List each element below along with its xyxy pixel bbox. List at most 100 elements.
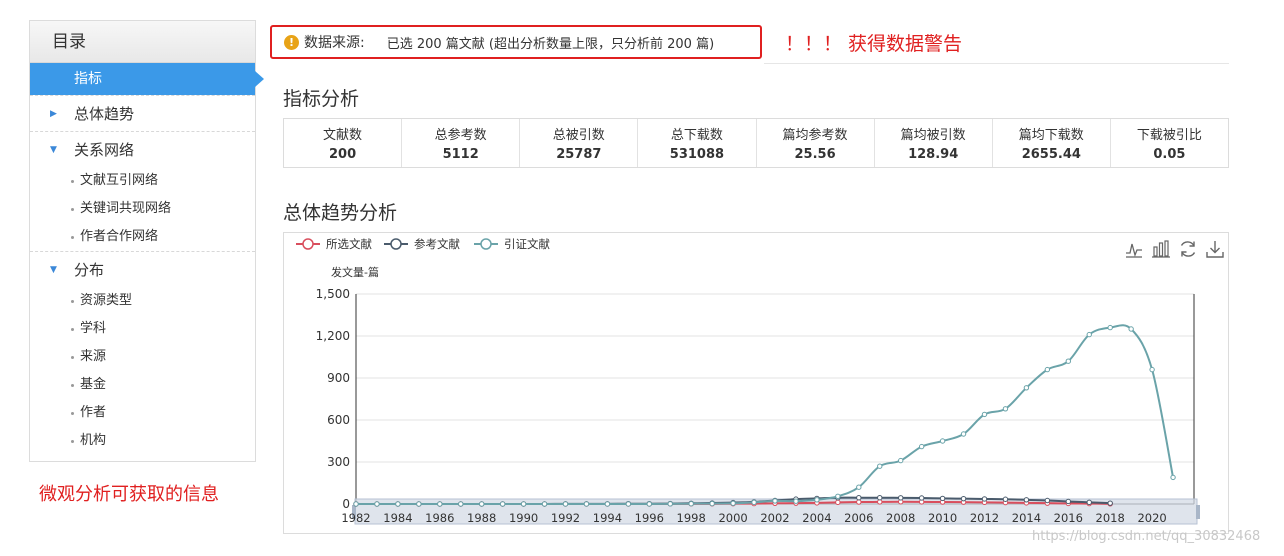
sidebar-item-indicators[interactable]: 指标: [30, 63, 264, 95]
sidebar-item-subject[interactable]: 学科: [30, 315, 255, 343]
data-point: [1170, 474, 1176, 481]
metrics-title: 指标分析: [283, 88, 360, 110]
warning-annotation: ！！！ 获得数据警告: [785, 33, 963, 55]
metric-value: 200: [328, 147, 357, 162]
data-point: [541, 501, 548, 507]
data-point: [918, 443, 925, 450]
y-tick-label: 1,500: [316, 287, 350, 301]
sidebar-group-label: 关系网络: [74, 141, 135, 159]
divider: [764, 63, 1229, 64]
metric-value: 128.94: [908, 147, 959, 162]
x-tick-label: 2010: [928, 511, 957, 525]
warning-icon: !: [284, 34, 299, 50]
series-line: [355, 324, 1175, 506]
data-point: [583, 501, 590, 507]
caret-down-icon: ▼: [50, 265, 57, 275]
x-tick-label: 1996: [635, 511, 664, 525]
sidebar-item-institution[interactable]: 机构: [30, 427, 255, 455]
metric-value: 2655.44: [1021, 147, 1081, 162]
sidebar-item-label: 资源类型: [80, 293, 133, 308]
sidebar-item-label: 基金: [80, 377, 107, 392]
sidebar-item-resource-type[interactable]: 资源类型: [30, 287, 255, 315]
data-point: [772, 498, 778, 504]
data-point: [1128, 326, 1134, 332]
data-point: [1023, 497, 1030, 503]
data-point: [981, 411, 988, 418]
data-point: [981, 496, 988, 502]
sidebar-item-label: 机构: [80, 433, 107, 448]
data-point: [730, 500, 736, 506]
sidebar-group-distribution[interactable]: ▼ 分布: [30, 251, 255, 287]
metric-cell: 下载被引比 0.05: [1111, 119, 1228, 167]
y-axis-label: 发文量-篇: [331, 265, 379, 279]
metric-label: 总参考数: [434, 128, 487, 143]
datazoom-handle-right: [1196, 505, 1200, 519]
legend-marker: [390, 238, 402, 250]
data-point: [688, 501, 694, 507]
legend-label: 参考文献: [414, 237, 460, 251]
sidebar: 目录 指标 ▶ 总体趋势 ▼ 关系网络 文献互引网络 关键词共现网络 作者合作网…: [29, 20, 264, 462]
trend-title: 总体趋势分析: [283, 202, 398, 224]
metric-cell: 篇均被引数 128.94: [875, 119, 993, 167]
metric-cell: 篇均参考数 25.56: [757, 119, 875, 167]
data-point: [1002, 406, 1009, 412]
bullet-icon: [71, 412, 74, 415]
data-point: [814, 497, 820, 503]
data-point: [856, 484, 862, 490]
sidebar-group-trend[interactable]: ▶ 总体趋势: [30, 95, 255, 131]
data-point: [939, 495, 946, 502]
x-tick-label: 1994: [593, 511, 622, 525]
x-tick-label: 2020: [1137, 511, 1166, 525]
y-tick-label: 0: [342, 497, 350, 511]
data-point: [751, 499, 757, 506]
metric-label: 篇均参考数: [782, 128, 848, 143]
sidebar-item-source[interactable]: 来源: [30, 343, 255, 371]
sidebar-item-author-network[interactable]: 作者合作网络: [30, 223, 255, 251]
sidebar-group-network[interactable]: ▼ 关系网络: [30, 131, 255, 167]
refresh-icon[interactable]: [1178, 239, 1198, 259]
data-point: [877, 463, 883, 469]
sidebar-item-citation-network[interactable]: 文献互引网络: [30, 167, 255, 195]
x-tick-label: 2016: [1054, 511, 1083, 525]
data-point: [374, 501, 380, 507]
data-point: [1107, 324, 1113, 331]
sidebar-item-author[interactable]: 作者: [30, 399, 255, 427]
data-point: [499, 501, 506, 507]
metric-cell: 总参考数 5112: [402, 119, 521, 167]
y-tick-label: 1,200: [316, 329, 350, 343]
sidebar-item-label: 来源: [80, 349, 107, 364]
data-point: [562, 501, 569, 507]
sidebar-item-label: 学科: [80, 321, 107, 336]
sidebar-group-label: 分布: [74, 261, 105, 279]
legend-label: 引证文献: [504, 237, 550, 251]
data-point: [939, 438, 946, 444]
metric-value: 531088: [669, 147, 725, 162]
legend-marker: [480, 238, 492, 250]
bullet-icon: [71, 356, 74, 359]
data-source-warning: ! 数据来源: 已选 200 篇文献 (超出分析数量上限，只分析前 200 篇): [270, 25, 762, 59]
sidebar-item-keyword-network[interactable]: 关键词共现网络: [30, 195, 255, 223]
x-tick-label: 1986: [425, 511, 454, 525]
data-point: [960, 431, 967, 437]
x-tick-label: 2000: [718, 511, 747, 525]
metric-label: 文献数: [323, 128, 363, 143]
x-tick-label: 2014: [1012, 511, 1041, 525]
download-icon[interactable]: [1205, 239, 1225, 259]
bullet-icon: [71, 440, 74, 443]
data-point: [1086, 331, 1092, 338]
data-point: [646, 501, 652, 507]
data-point: [793, 498, 799, 504]
bullet-icon: [71, 208, 74, 211]
bar-chart-icon[interactable]: [1151, 239, 1171, 259]
sidebar-item-fund[interactable]: 基金: [30, 371, 255, 399]
sidebar-item-label: 文献互引网络: [80, 173, 159, 188]
data-point: [520, 501, 527, 507]
metric-label: 篇均下载数: [1018, 128, 1084, 143]
metric-label: 总下载数: [670, 128, 723, 143]
data-point: [1149, 366, 1155, 373]
data-point: [877, 495, 883, 501]
x-tick-label: 2004: [802, 511, 831, 525]
data-point: [709, 500, 715, 507]
metric-value: 5112: [442, 147, 479, 162]
line-chart-icon[interactable]: [1124, 239, 1144, 259]
